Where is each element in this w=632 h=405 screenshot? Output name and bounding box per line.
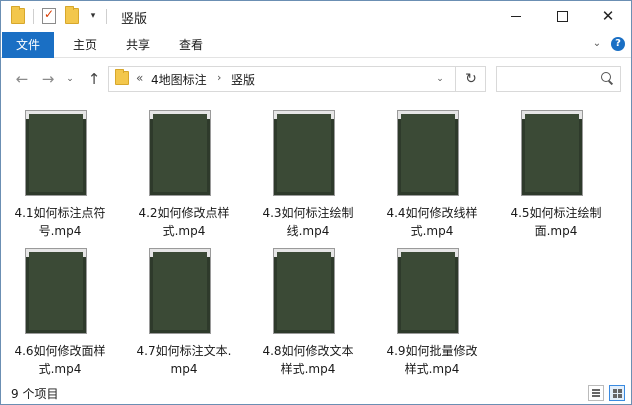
new-folder-icon[interactable] [65,6,79,24]
explorer-window: ▾ 竖版 ✕ 文件 主页 共享 查看 ⌄ ? ← → ⌄ ↑ « 4地图标注 ›… [0,0,632,405]
properties-icon[interactable] [42,7,56,24]
address-overflow-icon[interactable]: « [136,71,143,85]
tab-share[interactable]: 共享 [116,32,160,58]
refresh-icon[interactable]: ↻ [455,67,486,91]
folder-icon [115,69,129,85]
file-name: 4.2如何修改点样 式.mp4 [125,204,243,240]
list-item[interactable]: 4.9如何批量修改 样式.mp4 [373,238,491,376]
list-item[interactable]: 4.6如何修改面样 式.mp4 [1,238,119,376]
minimize-button[interactable] [493,1,539,31]
list-item[interactable]: 4.5如何标注绘制 面.mp4 [497,100,615,238]
breadcrumb-item[interactable]: 竖版 [231,71,255,88]
file-name: 4.7如何标注文本. mp4 [125,342,243,378]
title-bar: ▾ 竖版 ✕ [1,1,631,32]
file-name: 4.9如何批量修改 样式.mp4 [373,342,491,378]
up-arrow-icon[interactable]: ↑ [83,68,105,90]
list-item[interactable]: 4.8如何修改文本 样式.mp4 [249,238,367,376]
help-icon[interactable]: ? [611,37,625,51]
large-icons-view-icon[interactable] [609,385,625,401]
item-count: 9 个项目 [11,387,59,401]
file-list: 4.1如何标注点符 号.mp4 4.2如何修改点样 式.mp4 4.3如何标注绘… [1,100,631,382]
video-thumbnail [521,110,583,196]
video-thumbnail [149,110,211,196]
file-name-line: 4.8如何修改文本 [262,344,354,358]
breadcrumb-item[interactable]: 4地图标注 [151,71,207,88]
file-name: 4.1如何标注点符 号.mp4 [1,204,119,240]
toolbar-divider [33,9,34,24]
file-name: 4.5如何标注绘制 面.mp4 [497,204,615,240]
file-name-line: 面.mp4 [534,224,578,238]
file-name-line: mp4 [170,362,198,376]
file-name-line: 式.mp4 [38,362,82,376]
file-name: 4.3如何标注绘制 线.mp4 [249,204,367,240]
recent-locations-icon[interactable]: ⌄ [64,68,76,90]
file-name-line: 4.4如何修改线样 [386,206,478,220]
search-input[interactable] [496,66,621,92]
list-item[interactable]: 4.2如何修改点样 式.mp4 [125,100,243,238]
file-name-line: 样式.mp4 [280,362,336,376]
search-icon [601,72,613,84]
video-thumbnail [397,110,459,196]
quick-access-dropdown-icon[interactable]: ▾ [87,9,99,24]
file-name-line: 4.1如何标注点符 [14,206,106,220]
file-name: 4.4如何修改线样 式.mp4 [373,204,491,240]
file-name-line: 4.7如何标注文本. [136,344,232,358]
file-name-line: 4.2如何修改点样 [138,206,230,220]
list-item[interactable]: 4.1如何标注点符 号.mp4 [1,100,119,238]
expand-ribbon-icon[interactable]: ⌄ [591,38,603,50]
address-dropdown-icon[interactable]: ⌄ [433,71,447,87]
video-thumbnail [25,248,87,334]
maximize-button[interactable] [539,1,585,31]
file-name: 4.6如何修改面样 式.mp4 [1,342,119,378]
file-name-line: 样式.mp4 [404,362,460,376]
navigation-bar: ← → ⌄ ↑ « 4地图标注 › 竖版 ⌄ ↻ [1,59,631,99]
list-item[interactable]: 4.3如何标注绘制 线.mp4 [249,100,367,238]
video-thumbnail [397,248,459,334]
breadcrumb-chevron-icon[interactable]: › [217,71,221,84]
folder-icon [11,6,25,24]
ribbon-tabs: 文件 主页 共享 查看 ⌄ ? [1,32,631,58]
tab-view[interactable]: 查看 [169,32,213,58]
file-name-line: 4.5如何标注绘制 [510,206,602,220]
video-thumbnail [25,110,87,196]
details-view-icon[interactable] [588,385,604,401]
toolbar-divider [106,9,107,24]
ribbon-controls: ⌄ ? [591,37,625,51]
status-bar: 9 个项目 [1,382,631,404]
close-button[interactable]: ✕ [585,1,631,31]
window-title: 竖版 [121,12,148,27]
video-thumbnail [149,248,211,334]
file-name-line: 4.3如何标注绘制 [262,206,354,220]
tab-file[interactable]: 文件 [2,32,54,58]
forward-arrow-icon[interactable]: → [37,68,59,90]
video-thumbnail [273,110,335,196]
video-thumbnail [273,248,335,334]
file-name-line: 4.9如何批量修改 [386,344,478,358]
file-name-line: 4.6如何修改面样 [14,344,106,358]
file-name: 4.8如何修改文本 样式.mp4 [249,342,367,378]
list-item[interactable]: 4.7如何标注文本. mp4 [125,238,243,376]
address-bar[interactable]: « 4地图标注 › 竖版 ⌄ ↻ [108,66,486,92]
tab-home[interactable]: 主页 [63,32,107,58]
list-item[interactable]: 4.4如何修改线样 式.mp4 [373,100,491,238]
back-arrow-icon[interactable]: ← [11,68,33,90]
